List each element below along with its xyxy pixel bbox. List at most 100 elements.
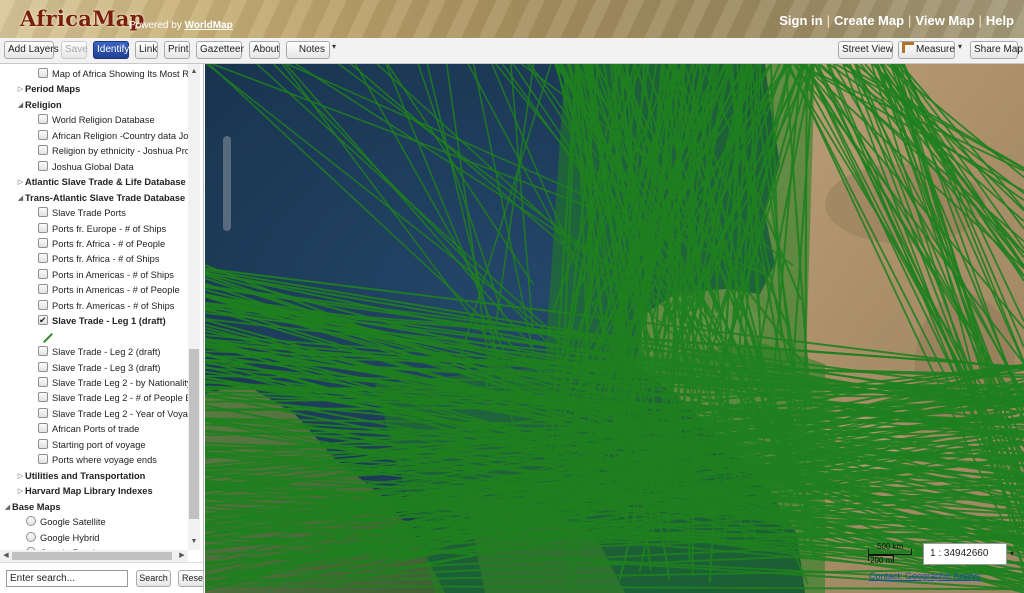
scrollbar-thumb[interactable] — [12, 552, 172, 560]
share-map-button[interactable]: Share Map — [970, 41, 1023, 59]
help-link[interactable]: Help — [986, 13, 1014, 28]
scale-dropdown-icon[interactable]: ▾ — [1010, 549, 1014, 558]
layer-item[interactable]: African Ports of trade — [38, 422, 139, 437]
layer-item[interactable]: Ports fr. Europe - # of Ships — [38, 222, 166, 237]
attribution-link[interactable]: Contact: Geographic Analys — [869, 571, 981, 581]
checkbox[interactable] — [38, 145, 48, 156]
scale-ratio-select[interactable]: 1 : 34942660 — [923, 543, 1007, 565]
layer-label: Google Satellite — [40, 517, 106, 528]
scroll-down-icon[interactable]: ▼ — [188, 536, 200, 548]
layer-item[interactable]: Slave Trade Leg 2 - # of People Ex — [38, 391, 188, 406]
layer-group[interactable]: ▷ Utilities and Transportation — [16, 469, 146, 484]
collapsed-arrow-icon[interactable]: ▷ — [16, 484, 25, 499]
layer-item[interactable]: Slave Trade - Leg 3 (draft) — [38, 361, 161, 376]
create-map-link[interactable]: Create Map — [834, 13, 904, 28]
scrollbar-thumb[interactable] — [189, 349, 199, 519]
layer-item[interactable]: Slave Trade Leg 2 - Year of Voyage — [38, 407, 188, 422]
checkbox[interactable] — [38, 160, 48, 171]
save-button[interactable]: Save — [61, 41, 88, 59]
layer-item[interactable]: Joshua Global Data — [38, 160, 134, 175]
layer-item[interactable]: World Religion Database — [38, 113, 155, 128]
checkbox[interactable] — [38, 438, 48, 449]
checkbox[interactable] — [38, 207, 48, 218]
notes-dropdown-icon[interactable]: ▾ — [332, 42, 336, 51]
worldmap-link[interactable]: WorldMap — [185, 20, 233, 31]
measure-button[interactable]: Measure — [898, 41, 955, 59]
print-button[interactable]: Print — [164, 41, 190, 59]
checkbox[interactable] — [38, 377, 48, 387]
layer-item[interactable]: Ports fr. Africa - # of People — [38, 237, 165, 252]
checkbox[interactable] — [38, 268, 48, 279]
layer-item[interactable]: Slave Trade Leg 2 - by Nationality — [38, 376, 188, 391]
reset-button[interactable]: Rese — [178, 570, 203, 587]
layer-item[interactable]: Slave Trade Ports — [38, 206, 126, 221]
layer-tree-vertical-scrollbar[interactable]: ▲ ▼ — [188, 64, 200, 550]
basemap-option[interactable]: Google Hybrid — [26, 531, 99, 546]
layer-group[interactable]: ◢ Base Maps — [3, 500, 61, 515]
layer-group[interactable]: ▷ Harvard Map Library Indexes — [16, 484, 153, 499]
gazetteer-button[interactable]: Gazetteer — [196, 41, 244, 59]
add-layers-button[interactable]: Add Layers — [4, 41, 59, 59]
layer-item[interactable]: Ports fr. Americas - # of Ships — [38, 299, 174, 314]
scroll-left-icon[interactable]: ◀ — [0, 550, 12, 562]
checkbox[interactable] — [38, 299, 48, 310]
layer-item[interactable]: Religion by ethnicity - Joshua Proje — [38, 144, 188, 159]
collapsed-arrow-icon[interactable]: ▷ — [16, 469, 25, 484]
checkbox[interactable] — [38, 284, 48, 295]
about-button[interactable]: About — [249, 41, 280, 59]
view-map-link[interactable]: View Map — [915, 13, 974, 28]
expanded-arrow-icon[interactable]: ◢ — [3, 500, 12, 515]
search-button[interactable]: Search — [136, 570, 171, 587]
scale-bar: 500 km 200 mi — [865, 541, 921, 571]
checkbox[interactable] — [38, 423, 48, 434]
layer-item[interactable]: Slave Trade - Leg 1 (draft) — [38, 314, 166, 329]
checkbox[interactable] — [38, 114, 48, 125]
layer-item[interactable]: Map of Africa Showing Its Most Re — [38, 67, 188, 82]
layer-item[interactable]: Ports in Americas - # of Ships — [38, 268, 174, 283]
checkbox[interactable] — [38, 129, 48, 140]
layer-item[interactable]: Ports in Americas - # of People — [38, 283, 180, 298]
checkbox[interactable] — [38, 454, 48, 465]
checkbox[interactable] — [38, 361, 48, 372]
layer-item[interactable]: Ports fr. Africa - # of Ships — [38, 252, 159, 267]
checkbox[interactable] — [38, 407, 48, 418]
expanded-arrow-icon[interactable]: ◢ — [16, 191, 25, 206]
checked-checkbox[interactable] — [38, 314, 48, 328]
layer-label: Utilities and Transportation — [25, 470, 146, 481]
map-viewport[interactable]: 500 km 200 mi 1 : 34942660 ▾ Contact: Ge… — [205, 64, 1024, 593]
radio-button[interactable] — [26, 531, 36, 542]
layer-item[interactable]: Slave Trade - Leg 2 (draft) — [38, 345, 161, 360]
measure-dropdown-icon[interactable]: ▾ — [958, 42, 962, 51]
radio-button[interactable] — [26, 516, 36, 527]
street-view-button[interactable]: Street View — [838, 41, 893, 59]
basemap-option[interactable]: Google Satellite — [26, 515, 106, 530]
layer-group[interactable]: ◢ Religion — [16, 98, 62, 113]
checkbox[interactable] — [38, 392, 48, 403]
search-input[interactable] — [6, 570, 128, 587]
layer-item[interactable]: Starting port of voyage — [38, 438, 146, 453]
layer-group[interactable]: ▷ Period Maps — [16, 82, 80, 97]
layer-tree-horizontal-scrollbar[interactable]: ◀ ▶ — [0, 550, 188, 562]
layer-group[interactable]: ▷ Atlantic Slave Trade & Life Database - — [16, 175, 188, 190]
layer-item[interactable]: African Religion -Country data Josh — [38, 129, 188, 144]
layer-group[interactable]: ◢ Trans-Atlantic Slave Trade Database — [16, 191, 185, 206]
checkbox[interactable] — [38, 253, 48, 264]
app-logo[interactable]: AfricaMap — [20, 6, 145, 31]
collapsed-arrow-icon[interactable]: ▷ — [16, 175, 25, 190]
sign-in-link[interactable]: Sign in — [779, 13, 822, 28]
checkbox[interactable] — [38, 346, 48, 357]
scroll-right-icon[interactable]: ▶ — [176, 550, 188, 562]
collapsed-arrow-icon[interactable]: ▷ — [16, 82, 25, 97]
checkbox[interactable] — [38, 222, 48, 233]
notes-button[interactable]: Notes — [286, 41, 330, 59]
link-button[interactable]: Link — [135, 41, 158, 59]
zoom-slider[interactable] — [223, 136, 231, 231]
expanded-arrow-icon[interactable]: ◢ — [16, 98, 25, 113]
layer-label: World Religion Database — [52, 115, 155, 126]
checkbox[interactable] — [38, 237, 48, 248]
checkbox[interactable] — [38, 68, 48, 78]
scroll-up-icon[interactable]: ▲ — [188, 66, 200, 78]
layer-item[interactable]: Ports where voyage ends — [38, 453, 157, 468]
identify-button[interactable]: Identify — [93, 41, 129, 59]
nav-separator: | — [908, 13, 912, 28]
